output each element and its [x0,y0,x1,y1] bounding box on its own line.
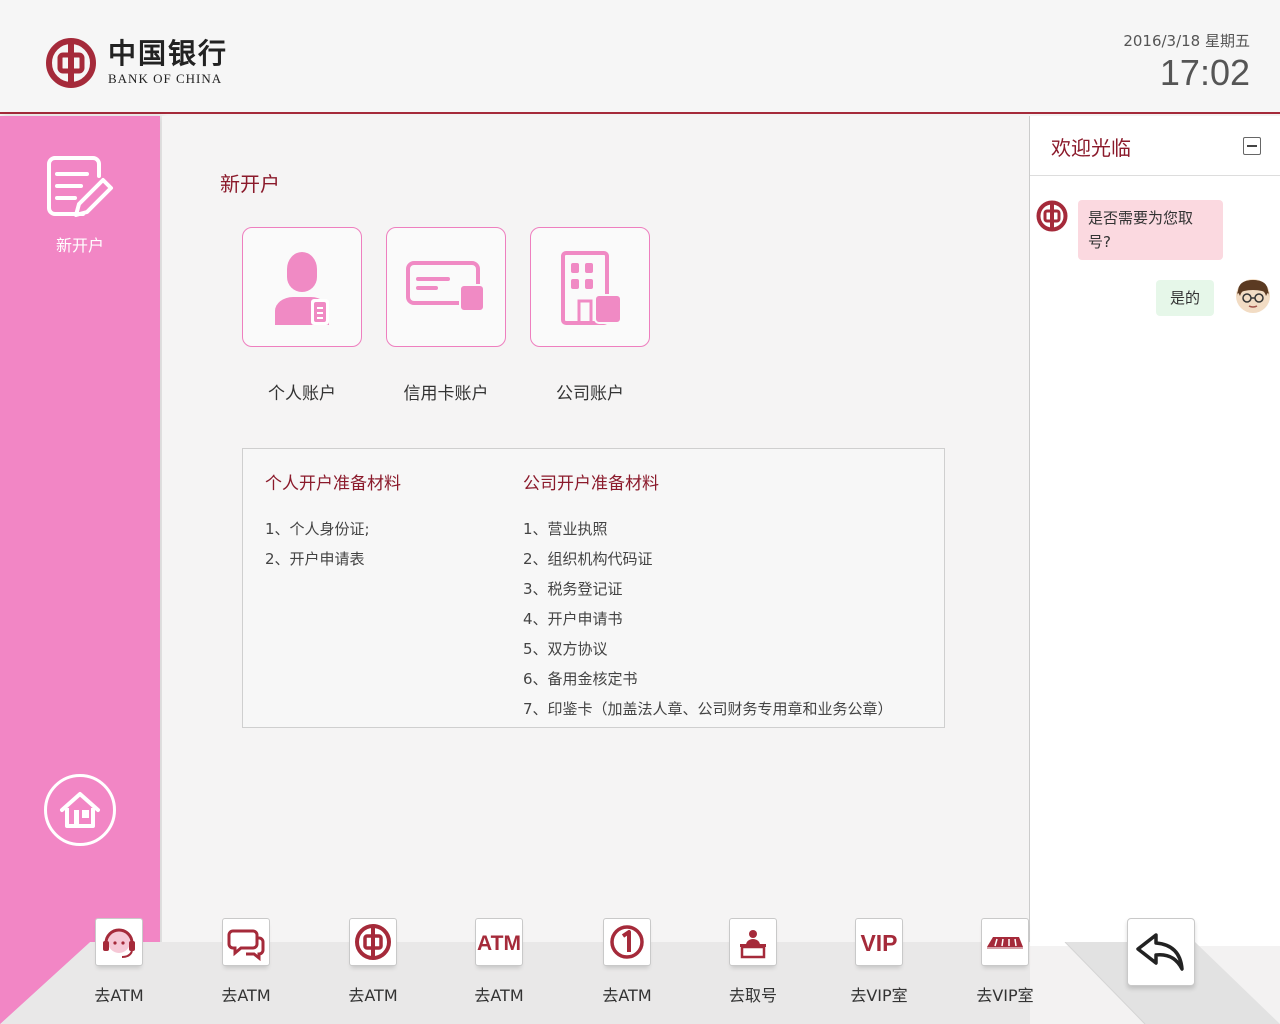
company-account-card[interactable]: 公司账户 [530,227,650,404]
home-icon [60,792,100,828]
personal-account-label: 个人账户 [268,384,336,404]
dock-item-label: 去VIP室 [850,986,908,1005]
datetime: 2016/3/18 星期五 17:02 [1123,30,1250,93]
back-arrow-icon [1136,933,1184,971]
personal-materials: 个人开户准备材料 1、个人身份证; 2、开户申请表 [265,469,401,574]
user-avatar-icon [1236,279,1270,313]
chat-title: 欢迎光临 [1051,136,1131,160]
dock-item-vip-room[interactable]: 去VIP室 [965,918,1045,1006]
page-title: 新开户 [220,172,280,196]
list-item: 6、备用金核定书 [523,670,638,688]
bank-message-bubble: 是否需要为您取号? [1078,200,1223,260]
dock-item-label: 去ATM [348,986,398,1005]
company-account-label: 公司账户 [556,384,624,404]
dock-icon-tile[interactable] [95,918,143,966]
main-content: 新开户 个人账户 信用卡账户 公司账户 个人开户准备材料 1、个人身份证; 2、… [162,116,1029,942]
clock-time: 17:02 [1159,52,1250,93]
header: 中国银行 BANK OF CHINA 2016/3/18 星期五 17:02 [0,0,1280,114]
number-one-icon [610,925,644,959]
company-account-tile[interactable] [530,227,650,347]
user-message-bubble: 是的 [1156,280,1215,316]
home-button[interactable] [44,774,116,846]
dock-icon-tile[interactable] [349,918,397,966]
back-button[interactable] [1127,918,1195,986]
form-edit-icon [47,156,113,217]
list-item: 7、印鉴卡（加盖法人章、公司财务专用章和业务公章） [523,700,893,718]
credit-card-account-tile[interactable] [386,227,506,347]
chat-header: 欢迎光临 [1030,116,1280,176]
personal-account-tile[interactable] [242,227,362,347]
dock-item-label: 去取号 [728,986,777,1005]
company-materials-title: 公司开户准备材料 [523,474,659,494]
credit-card-icon [406,261,485,312]
chat-bubbles-icon [227,929,265,961]
svg-text:VIP: VIP [860,930,897,956]
minimize-button[interactable] [1243,137,1261,155]
bank-of-china-logo-icon [46,38,96,88]
sidebar-item-new-account[interactable]: 新开户 [0,152,160,256]
atm-icon: ATM [477,932,521,955]
dock-item-label: 去ATM [221,986,271,1005]
list-item: 1、营业执照 [523,520,608,538]
svg-text:ATM: ATM [477,932,521,955]
logo-chinese-text: 中国银行 [108,37,229,70]
person-icon [275,252,329,325]
list-item: 1、个人身份证; [265,520,370,538]
list-item: 5、双方协议 [523,640,608,658]
dock-item-customer-service[interactable]: 去ATM [79,918,159,1006]
building-icon [561,251,622,325]
vip-card-icon [987,937,1023,949]
list-item: 2、组织机构代码证 [523,550,653,568]
counter-icon [740,930,766,959]
dock-item-label: 去ATM [602,986,652,1005]
dock-item-atm[interactable]: ATM 去ATM [459,918,539,1006]
dock-icon-tile[interactable] [603,918,651,966]
dock-icon-tile[interactable] [729,918,777,966]
dock-icon-tile[interactable] [981,918,1029,966]
logo-english-text: BANK OF CHINA [108,71,223,86]
list-item: 4、开户申请书 [523,610,623,628]
bank-logo: 中国银行 BANK OF CHINA [46,38,228,88]
vip-icon: VIP [860,930,897,956]
dock-item-bank[interactable]: 去ATM [333,918,413,1006]
dock-item-label: 去VIP室 [976,986,1034,1005]
sidebar: 新开户 [0,116,160,1024]
personal-materials-title: 个人开户准备材料 [265,474,401,494]
dock-item-vip[interactable]: VIP 去VIP室 [839,918,919,1006]
personal-account-card[interactable]: 个人账户 [242,227,362,404]
credit-card-account-label: 信用卡账户 [403,384,489,404]
list-item: 3、税务登记证 [523,580,623,598]
company-materials: 公司开户准备材料 1、营业执照 2、组织机构代码证 3、税务登记证 4、开户申请… [523,469,893,724]
dock-icon-tile[interactable] [222,918,270,966]
dock-item-number[interactable]: 去ATM [587,918,667,1006]
customer-service-icon [103,928,135,958]
chat-panel: 欢迎光临 是否需要为您取号? 是的 [1029,116,1280,946]
sidebar-item-label: 新开户 [55,236,104,255]
date-text: 2016/3/18 星期五 [1123,32,1250,50]
dock-item-take-number[interactable]: 去取号 [713,918,793,1006]
dock-icon-tile[interactable]: ATM [475,918,523,966]
list-item: 2、开户申请表 [265,550,365,568]
account-type-cards: 个人账户 信用卡账户 公司账户 [242,227,674,404]
materials-panel: 个人开户准备材料 1、个人身份证; 2、开户申请表 公司开户准备材料 1、营业执… [242,448,945,728]
credit-card-account-card[interactable]: 信用卡账户 [386,227,506,404]
bank-logo-icon [355,924,391,960]
dock-item-label: 去ATM [94,986,144,1005]
bank-avatar-icon [1036,200,1068,232]
dock-item-label: 去ATM [474,986,524,1005]
dock-item-chat[interactable]: 去ATM [206,918,286,1006]
dock-icon-tile[interactable]: VIP [855,918,903,966]
